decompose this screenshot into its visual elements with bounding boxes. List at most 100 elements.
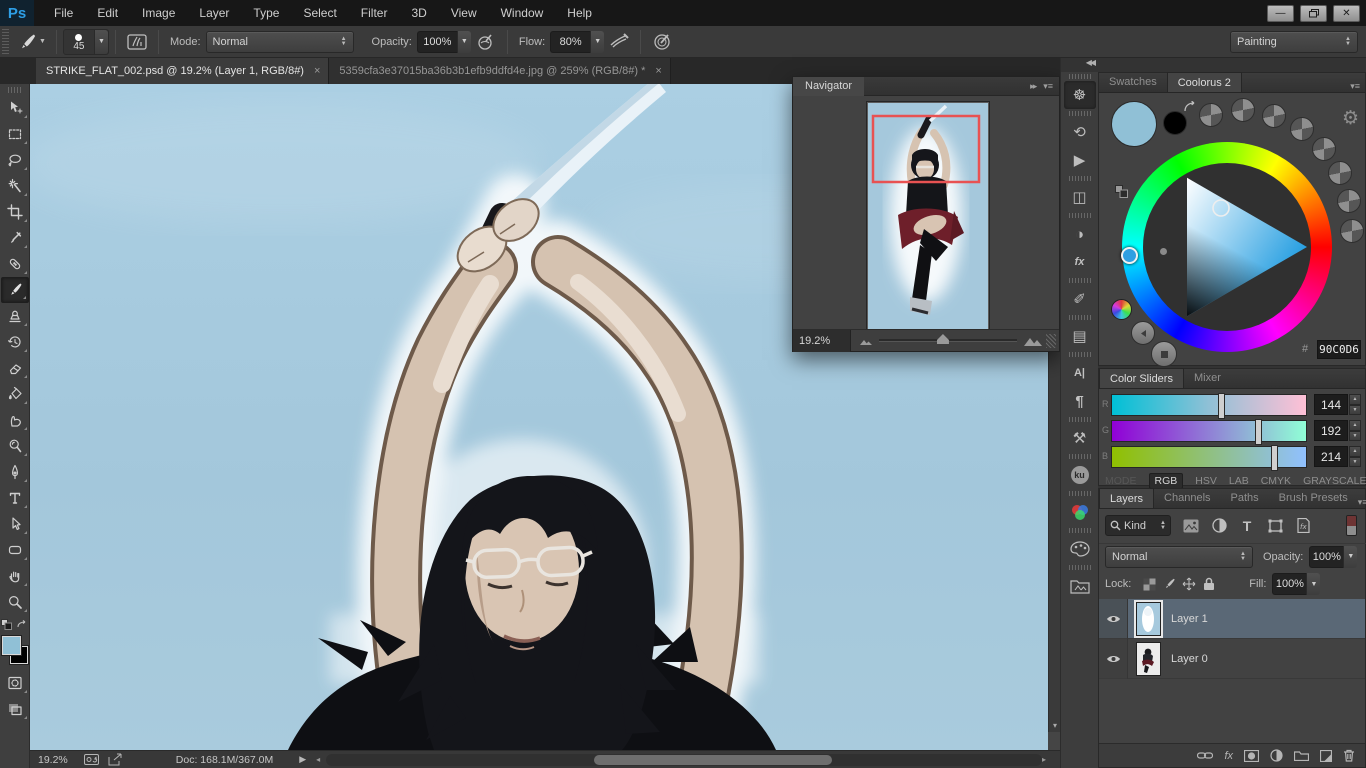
navigator-header[interactable]: Navigator ▸▸ ▾≡	[793, 77, 1059, 96]
magic-wand-tool[interactable]	[1, 173, 29, 199]
layer-blend-mode-select[interactable]: Normal ▲▼	[1105, 546, 1253, 568]
layers-tab[interactable]: Layers	[1099, 488, 1154, 508]
smudge-tool[interactable]	[1, 407, 29, 433]
mini-bridge-icon[interactable]	[84, 753, 102, 766]
harmony-knob[interactable]	[1312, 137, 1336, 161]
mode-lab[interactable]: LAB	[1229, 475, 1249, 487]
brush-picker-arrow-icon[interactable]: ▼	[94, 30, 108, 54]
mode-rgb[interactable]: RGB	[1149, 473, 1184, 489]
channel-r-stepper[interactable]: ▲▼	[1349, 394, 1361, 415]
filter-kind-select[interactable]: Kind ▲▼	[1105, 515, 1171, 536]
toggle-brush-panel-button[interactable]	[124, 30, 150, 54]
move-tool[interactable]	[1, 95, 29, 121]
healing-brush-tool[interactable]	[1, 251, 29, 277]
menu-file[interactable]: File	[42, 6, 85, 20]
navigator-zoom-field[interactable]: 19.2%	[793, 330, 851, 352]
zoom-tool[interactable]	[1, 589, 29, 615]
brush-presets-tab[interactable]: Brush Presets	[1269, 488, 1358, 508]
navigator-thumbnail[interactable]	[867, 102, 989, 330]
pen-tool[interactable]	[1, 459, 29, 485]
kuler-panel-icon[interactable]: ku	[1064, 461, 1096, 489]
harmony-knob[interactable]	[1328, 161, 1352, 185]
fill-arrow-icon[interactable]: ▼	[1306, 573, 1320, 595]
lock-all-icon[interactable]	[1199, 575, 1219, 593]
expand-dock-icon[interactable]: ◀◀	[1061, 58, 1098, 72]
resize-grip[interactable]	[1046, 334, 1056, 348]
channel-g-thumb[interactable]	[1255, 419, 1262, 445]
panel-menu-icon[interactable]: ▾≡	[1350, 81, 1365, 92]
add-mask-icon[interactable]	[1244, 750, 1259, 762]
hand-tool[interactable]	[1, 563, 29, 589]
mode-hsv[interactable]: HSV	[1195, 475, 1217, 487]
channel-g-value[interactable]: 192	[1314, 420, 1348, 441]
new-layer-icon[interactable]	[1320, 750, 1332, 762]
menu-edit[interactable]: Edit	[85, 6, 130, 20]
canvas-area[interactable]: ▾ 19.2% Doc: 168.1M/367.0M ▶ ◂ ▸ Navigat…	[30, 84, 1060, 768]
harmony-knob[interactable]	[1340, 219, 1364, 243]
mode-grayscale[interactable]: GRAYSCALE	[1303, 475, 1366, 487]
channel-b-value[interactable]: 214	[1314, 446, 1348, 467]
path-selection-tool[interactable]	[1, 511, 29, 537]
opacity-select[interactable]: 100% ▼	[417, 31, 471, 53]
swatches-tab[interactable]: Swatches	[1099, 72, 1167, 92]
character-panel-icon[interactable]: A|	[1064, 359, 1096, 387]
swap-colors-icon[interactable]	[1183, 101, 1197, 113]
collapse-panel-icon[interactable]: ▸▸	[1030, 81, 1035, 92]
menu-help[interactable]: Help	[555, 6, 604, 20]
pressure-size-icon[interactable]	[649, 30, 675, 54]
paragraph-panel-icon[interactable]: ¶	[1064, 387, 1096, 415]
pressure-opacity-icon[interactable]	[473, 30, 499, 54]
restore-button[interactable]	[1300, 5, 1327, 22]
panel-menu-icon[interactable]: ▾≡	[1043, 81, 1053, 92]
zoom-in-icon[interactable]	[1023, 334, 1043, 347]
channel-r-thumb[interactable]	[1218, 393, 1225, 419]
close-icon[interactable]: ×	[655, 65, 661, 77]
layer-row-0[interactable]: Layer 0	[1099, 639, 1365, 679]
dodge-tool[interactable]	[1, 433, 29, 459]
filter-pixel-layers-icon[interactable]	[1179, 515, 1203, 536]
menu-layer[interactable]: Layer	[187, 6, 241, 20]
scroll-left-icon[interactable]: ◂	[316, 755, 320, 764]
hex-value-field[interactable]: 90C0D6	[1317, 340, 1361, 359]
zoom-slider-thumb[interactable]	[937, 334, 949, 344]
layer-style-icon[interactable]: fx	[1224, 750, 1233, 762]
prev-button[interactable]	[1131, 321, 1155, 345]
harmony-knob[interactable]	[1290, 117, 1314, 141]
swap-colors-icon[interactable]	[16, 620, 28, 630]
styles-panel-icon[interactable]: fx	[1064, 248, 1096, 276]
lock-pixels-icon[interactable]	[1159, 575, 1179, 593]
libraries-panel-icon[interactable]	[1064, 572, 1096, 600]
horizontal-scrollbar[interactable]	[326, 754, 1042, 766]
airbrush-toggle-icon[interactable]	[606, 30, 632, 54]
hue-wheel[interactable]	[1122, 142, 1332, 352]
channel-b-slider[interactable]	[1111, 446, 1307, 468]
options-grip[interactable]	[2, 29, 9, 55]
color-sliders-tab[interactable]: Color Sliders	[1099, 368, 1184, 388]
channel-r-slider[interactable]	[1111, 394, 1307, 416]
menu-window[interactable]: Window	[489, 6, 556, 20]
type-tool[interactable]	[1, 485, 29, 511]
workspace-select[interactable]: Painting ▲▼	[1230, 31, 1358, 53]
menu-3d[interactable]: 3D	[399, 6, 438, 20]
menu-type[interactable]: Type	[241, 6, 291, 20]
rgb-wheel-icon[interactable]	[1111, 299, 1132, 320]
hue-marker[interactable]	[1121, 247, 1138, 264]
brush-preset-picker[interactable]: 45 ▼	[63, 29, 109, 55]
shape-tool[interactable]	[1, 537, 29, 563]
harmony-knob[interactable]	[1199, 103, 1223, 127]
sat-value-triangle[interactable]	[1142, 162, 1312, 332]
harmony-knob[interactable]	[1337, 189, 1361, 213]
harmony-knob[interactable]	[1231, 98, 1255, 122]
tool-presets-panel-icon[interactable]: ✐	[1064, 285, 1096, 313]
lock-transparent-icon[interactable]	[1139, 575, 1159, 593]
rectangular-marquee-tool[interactable]	[1, 121, 29, 147]
eyedropper-tool[interactable]	[1, 225, 29, 251]
doc-tab-strike-flat[interactable]: STRIKE_FLAT_002.psd @ 19.2% (Layer 1, RG…	[36, 58, 329, 84]
layer-filtering-toggle[interactable]	[1346, 515, 1357, 536]
channels-tab[interactable]: Channels	[1154, 488, 1220, 508]
brush-settings-panel-icon[interactable]: ☸	[1064, 81, 1096, 109]
quick-mask-icon[interactable]	[1, 670, 29, 696]
adjustments-panel-icon[interactable]: ◑	[1064, 220, 1096, 248]
layer-opacity-select[interactable]: 100% ▼	[1309, 546, 1357, 568]
channel-b-thumb[interactable]	[1271, 445, 1278, 471]
